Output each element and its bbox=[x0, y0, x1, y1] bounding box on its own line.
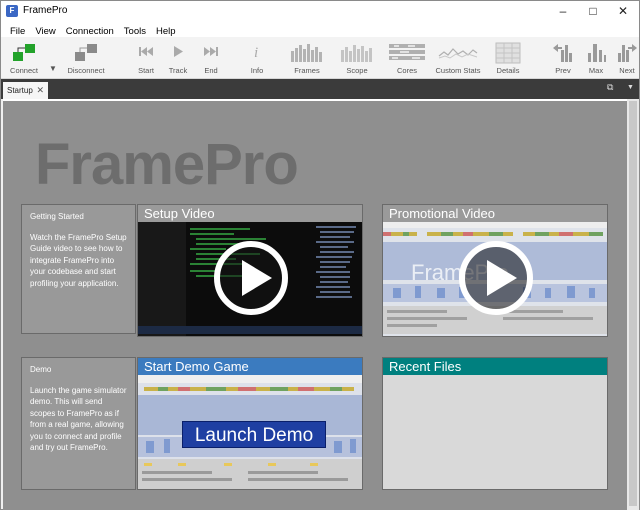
menu-bar: File View Connection Tools Help bbox=[1, 21, 639, 37]
toolbar: Connect ▼ Disconnect Start Track End i I… bbox=[1, 37, 639, 79]
promotional-video-thumbnail: FramePro bbox=[383, 222, 607, 336]
disconnect-icon bbox=[75, 44, 97, 61]
play-video-icon[interactable] bbox=[459, 241, 533, 315]
vertical-scrollbar[interactable] bbox=[627, 99, 639, 510]
window-list-icon[interactable]: ⧉ bbox=[607, 82, 613, 93]
prev-button[interactable]: Prev bbox=[549, 40, 577, 76]
connect-button[interactable]: Connect bbox=[5, 40, 43, 76]
title-bar: F FramePro – □ ✕ bbox=[1, 1, 639, 21]
getting-started-box: Getting Started Watch the FramePro Setup… bbox=[21, 204, 136, 334]
document-tab-strip: Startup ✕ ⧉ ▼ bbox=[1, 79, 639, 99]
close-button[interactable]: ✕ bbox=[608, 1, 638, 21]
framepro-logo: FramePro bbox=[35, 132, 299, 197]
demo-text: Launch the game simulator demo. This wil… bbox=[30, 385, 127, 453]
setup-video-title: Setup Video bbox=[138, 205, 362, 222]
tab-startup-label: Startup bbox=[7, 86, 33, 95]
details-button[interactable]: Details bbox=[491, 40, 525, 76]
promotional-video-panel[interactable]: Promotional Video FramePro bbox=[382, 204, 608, 337]
end-button[interactable]: End bbox=[196, 40, 226, 76]
setup-video-thumbnail bbox=[138, 222, 362, 336]
skip-start-icon bbox=[139, 47, 153, 56]
maximize-button[interactable]: □ bbox=[578, 1, 608, 21]
app-icon: F bbox=[6, 5, 18, 17]
connect-icon bbox=[13, 44, 35, 61]
next-icon bbox=[618, 44, 637, 62]
custom-stats-icon bbox=[438, 48, 478, 59]
frames-bars-icon bbox=[291, 44, 322, 62]
recent-files-panel: Recent Files bbox=[382, 357, 608, 490]
info-icon: i bbox=[254, 45, 258, 60]
info-button[interactable]: i Info bbox=[242, 40, 272, 76]
minimize-button[interactable]: – bbox=[548, 1, 578, 21]
getting-started-heading: Getting Started bbox=[30, 212, 84, 221]
close-icon[interactable]: ✕ bbox=[36, 82, 44, 99]
play-video-icon[interactable] bbox=[214, 241, 288, 315]
skip-end-icon bbox=[204, 47, 218, 56]
start-demo-game-title: Start Demo Game bbox=[138, 358, 362, 375]
max-icon bbox=[588, 44, 606, 62]
window-title: FramePro bbox=[23, 5, 68, 16]
play-icon bbox=[174, 46, 183, 57]
demo-heading: Demo bbox=[30, 365, 52, 374]
details-grid-icon bbox=[495, 42, 521, 64]
app-window: F FramePro – □ ✕ File View Connection Tools… bbox=[0, 0, 640, 510]
demo-game-thumbnail: Launch Demo bbox=[138, 375, 362, 489]
demo-box: Demo Launch the game simulator demo. Thi… bbox=[21, 357, 136, 490]
connect-dropdown-button[interactable]: ▼ bbox=[46, 40, 60, 76]
cores-button[interactable]: Cores bbox=[385, 40, 429, 76]
setup-video-panel[interactable]: Setup Video bbox=[137, 204, 363, 337]
chevron-down-icon: ▼ bbox=[49, 64, 57, 73]
custom-stats-button[interactable]: Custom Stats bbox=[433, 40, 483, 76]
chevron-down-icon[interactable]: ▼ bbox=[627, 84, 634, 91]
scope-bars-icon bbox=[341, 45, 372, 62]
next-button[interactable]: Next bbox=[613, 40, 640, 76]
max-button[interactable]: Max bbox=[582, 40, 610, 76]
tab-startup[interactable]: Startup ✕ bbox=[3, 82, 48, 99]
start-button[interactable]: Start bbox=[131, 40, 161, 76]
track-button[interactable]: Track bbox=[163, 40, 193, 76]
disconnect-button[interactable]: Disconnect bbox=[63, 40, 109, 76]
promotional-video-title: Promotional Video bbox=[383, 205, 607, 222]
prev-icon bbox=[553, 44, 572, 62]
launch-demo-button[interactable]: Launch Demo bbox=[182, 421, 326, 448]
svg-text:i: i bbox=[254, 45, 258, 60]
recent-files-list bbox=[383, 375, 607, 489]
getting-started-text: Watch the FramePro Setup Guide video to … bbox=[30, 232, 127, 288]
scrollbar-thumb[interactable] bbox=[629, 101, 637, 506]
recent-files-title: Recent Files bbox=[383, 358, 607, 375]
frames-button[interactable]: Frames bbox=[285, 40, 329, 76]
cores-icon bbox=[389, 44, 425, 60]
scope-button[interactable]: Scope bbox=[335, 40, 379, 76]
start-demo-game-panel: Start Demo Game Launch Demo bbox=[137, 357, 363, 490]
startup-page: FramePro Getting Started Watch the Frame… bbox=[3, 99, 627, 510]
